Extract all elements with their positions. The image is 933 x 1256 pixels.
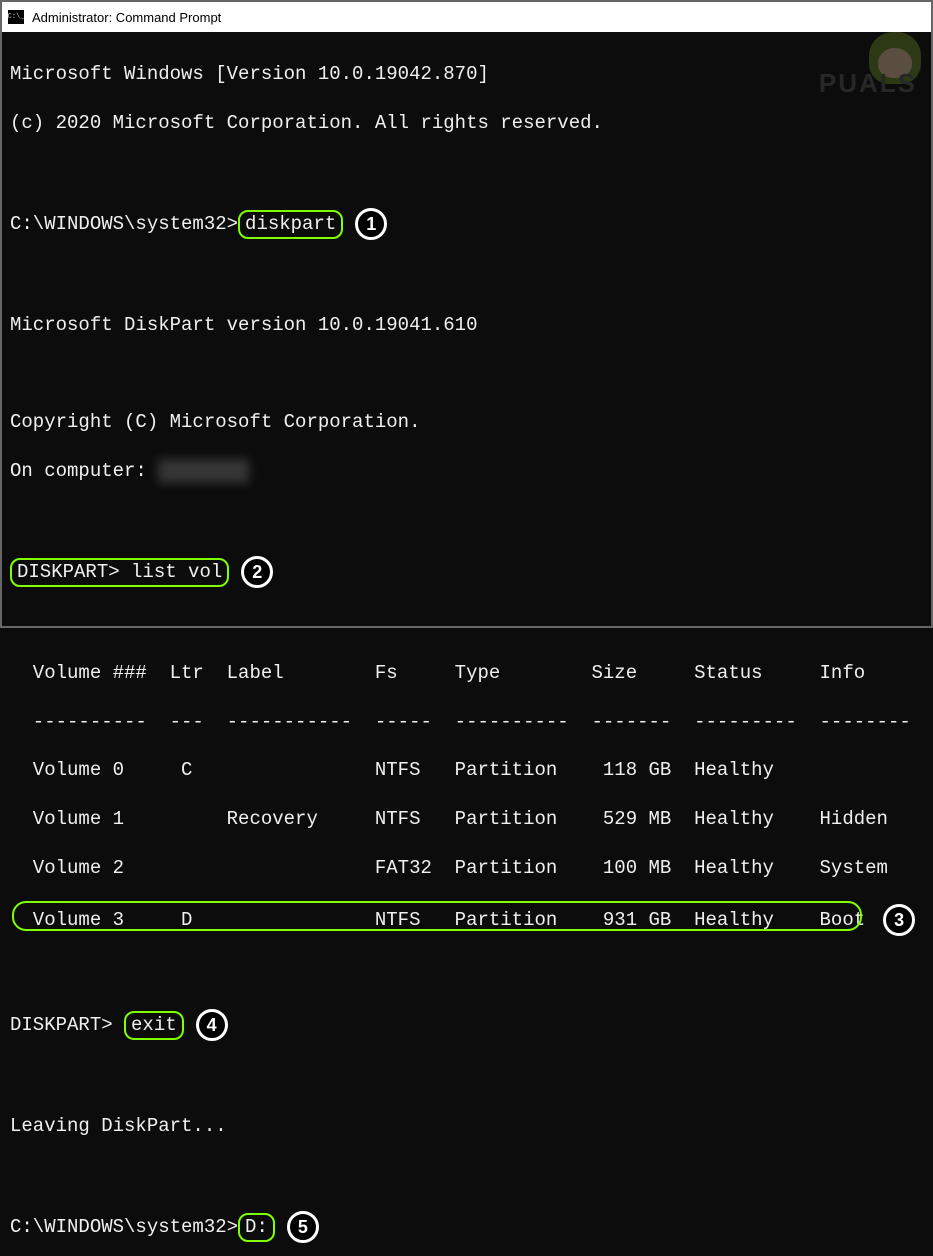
step-badge-3: 3 xyxy=(883,904,915,936)
table-row: Volume 1 Recovery NTFS Partition 529 MB … xyxy=(10,807,923,831)
step-badge-1: 1 xyxy=(355,208,387,240)
command-highlight: D: xyxy=(238,1213,275,1241)
table-row: Volume 0 C NTFS Partition 118 GB Healthy xyxy=(10,758,923,782)
prompt-path: C:\WINDOWS\system32> xyxy=(10,213,238,235)
command-text: diskpart xyxy=(245,213,336,235)
banner-line: (c) 2020 Microsoft Corporation. All righ… xyxy=(10,111,923,135)
command-text: D: xyxy=(245,1216,268,1238)
prompt-path: DISKPART> xyxy=(17,561,131,583)
computer-line: On computer: XXXXXXXX xyxy=(10,459,923,483)
blank-line xyxy=(10,961,923,985)
step-badge-2: 2 xyxy=(241,556,273,588)
window-title: Administrator: Command Prompt xyxy=(32,10,221,25)
table-row: Volume 2 FAT32 Partition 100 MB Healthy … xyxy=(10,856,923,880)
prompt-path: DISKPART> xyxy=(10,1014,124,1036)
command-text: exit xyxy=(131,1014,177,1036)
command-highlight: diskpart xyxy=(238,210,343,238)
blank-line xyxy=(10,508,923,532)
blank-line xyxy=(10,1163,923,1187)
blank-line xyxy=(10,613,923,637)
computer-label: On computer: xyxy=(10,460,158,482)
blank-line xyxy=(10,265,923,289)
table-divider: ---------- --- ----------- ----- -------… xyxy=(10,710,923,734)
terminal-output[interactable]: Microsoft Windows [Version 10.0.19042.87… xyxy=(2,32,931,1256)
banner-line: Microsoft Windows [Version 10.0.19042.87… xyxy=(10,62,923,86)
table-row-highlighted: Volume 3 D NTFS Partition 931 GB Healthy… xyxy=(10,904,923,936)
row-highlight-box xyxy=(12,901,862,931)
command-highlight: DISKPART> list vol xyxy=(10,558,229,586)
step-badge-5: 5 xyxy=(287,1211,319,1243)
blank-line xyxy=(10,1066,923,1090)
prompt-line: C:\WINDOWS\system32> diskpart 1 xyxy=(10,208,923,240)
step-badge-4: 4 xyxy=(196,1009,228,1041)
command-highlight: exit xyxy=(124,1011,184,1039)
title-bar: Administrator: Command Prompt xyxy=(2,2,931,32)
diskpart-version: Microsoft DiskPart version 10.0.19041.61… xyxy=(10,313,923,337)
leaving-line: Leaving DiskPart... xyxy=(10,1114,923,1138)
computer-name-blurred: XXXXXXXX xyxy=(158,459,249,483)
command-text: list vol xyxy=(131,561,222,583)
blank-line xyxy=(10,160,923,184)
diskpart-copyright: Copyright (C) Microsoft Corporation. xyxy=(10,410,923,434)
prompt-line: C:\WINDOWS\system32> D: 5 xyxy=(10,1211,923,1243)
blank-line xyxy=(10,362,923,386)
prompt-path: C:\WINDOWS\system32> xyxy=(10,1216,238,1238)
table-header: Volume ### Ltr Label Fs Type Size Status… xyxy=(10,661,923,685)
cmd-icon xyxy=(8,10,24,24)
prompt-line: DISKPART> exit 4 xyxy=(10,1009,923,1041)
prompt-line: DISKPART> list vol 2 xyxy=(10,556,923,588)
